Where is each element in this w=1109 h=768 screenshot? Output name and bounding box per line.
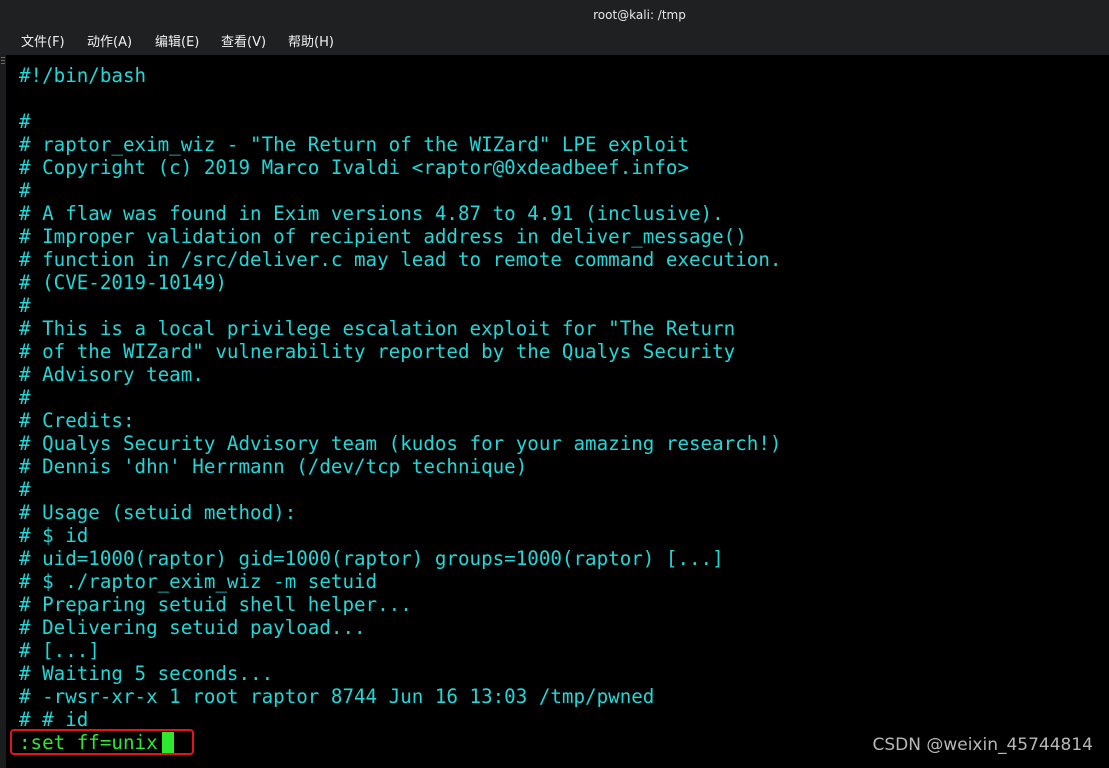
title-bar: root@kali: /tmp — [0, 0, 1109, 30]
menu-view[interactable]: 查看(V) — [221, 30, 266, 55]
terminal-line: # Delivering setuid payload... — [19, 616, 366, 639]
terminal-line: # A flaw was found in Exim versions 4.87… — [19, 202, 724, 225]
vim-command-input[interactable]: :set ff=unix — [19, 731, 158, 754]
terminal-line: # # id — [19, 708, 89, 731]
terminal-line: # Dennis 'dhn' Herrmann (/dev/tcp techni… — [19, 455, 528, 478]
terminal-line: # uid=1000(raptor) gid=1000(raptor) grou… — [19, 547, 724, 570]
terminal-line: # (CVE-2019-10149) — [19, 271, 227, 294]
terminal-line: # raptor_exim_wiz - "The Return of the W… — [19, 133, 690, 156]
terminal-content[interactable]: #!/bin/bash # # raptor_exim_wiz - "The R… — [6, 55, 1109, 768]
terminal-line: # This is a local privilege escalation e… — [19, 317, 736, 340]
terminal-line: # Improper validation of recipient addre… — [19, 225, 747, 248]
terminal-line: # Copyright (c) 2019 Marco Ivaldi <rapto… — [19, 156, 690, 179]
watermark: CSDN @weixin_45744814 — [872, 735, 1093, 755]
terminal-line: # Qualys Security Advisory team (kudos f… — [19, 432, 782, 455]
window-title: root@kali: /tmp — [593, 8, 686, 22]
menu-help[interactable]: 帮助(H) — [288, 30, 334, 55]
terminal-line: # -rwsr-xr-x 1 root raptor 8744 Jun 16 1… — [19, 685, 655, 708]
terminal-line: # Advisory team. — [19, 363, 204, 386]
terminal-line: # — [19, 294, 31, 317]
terminal-line: # [...] — [19, 639, 100, 662]
terminal-line: # $ ./raptor_exim_wiz -m setuid — [19, 570, 378, 593]
terminal-line: # $ id — [19, 524, 89, 547]
menu-file[interactable]: 文件(F) — [21, 30, 65, 55]
menu-action[interactable]: 动作(A) — [87, 30, 132, 55]
terminal-line: # Waiting 5 seconds... — [19, 662, 274, 685]
terminal-line: # — [19, 386, 31, 409]
terminal-line: # — [19, 110, 31, 133]
frame-tick — [1, 57, 5, 58]
terminal-line: # Usage (setuid method): — [19, 501, 297, 524]
terminal-line: # — [19, 478, 31, 501]
terminal-line: # Preparing setuid shell helper... — [19, 593, 412, 616]
terminal-window: root@kali: /tmp 文件(F) 动作(A) 编辑(E) 查看(V) … — [0, 0, 1109, 768]
menu-edit[interactable]: 编辑(E) — [155, 30, 199, 55]
terminal-line: # function in /src/deliver.c may lead to… — [19, 248, 782, 271]
terminal-line: #!/bin/bash — [19, 64, 147, 87]
terminal-line: # Credits: — [19, 409, 135, 432]
frame-tick — [1, 63, 5, 64]
frame-tick — [1, 60, 5, 61]
text-cursor — [162, 732, 174, 753]
terminal-line: # of the WIZard" vulnerability reported … — [19, 340, 736, 363]
menu-bar: 文件(F) 动作(A) 编辑(E) 查看(V) 帮助(H) — [0, 30, 1109, 55]
terminal-line: # — [19, 179, 31, 202]
